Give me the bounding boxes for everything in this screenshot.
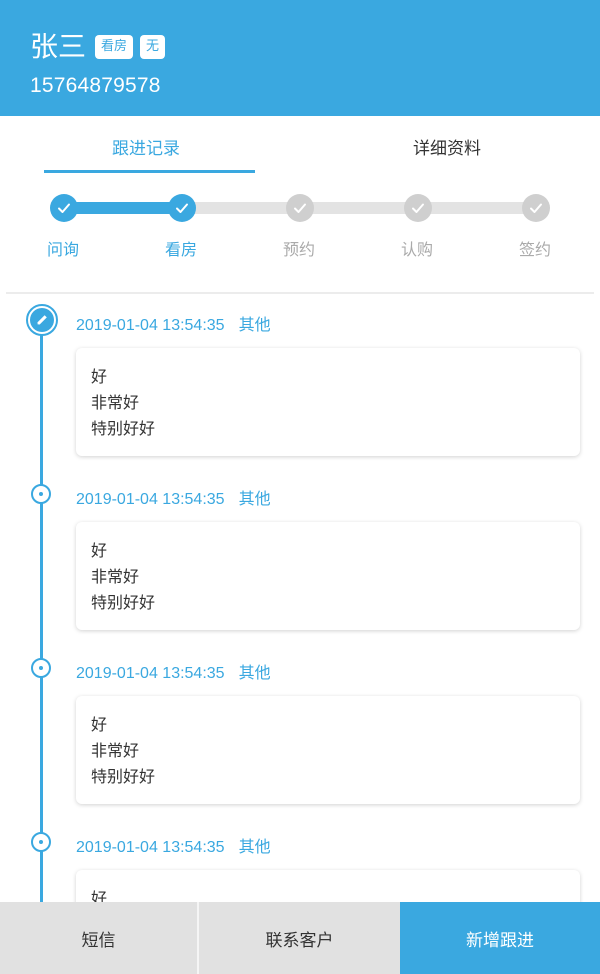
tab-bar: 跟进记录 详细资料 (0, 116, 600, 173)
step-5-label: 签约 (519, 240, 552, 259)
entry-note-line: 特别好好 (91, 767, 156, 786)
entry-datetime: 2019-01-04 13:54:35 (76, 839, 225, 856)
timeline-node-dot-icon (31, 658, 51, 678)
bottom-action-bar: 短信 联系客户 新增跟进 (0, 902, 600, 974)
entry-note-line: 好 (91, 889, 108, 902)
name-row: 张三 看房 无 (30, 30, 166, 64)
entry-note-line: 好 (91, 367, 108, 386)
step-2-label: 看房 (165, 240, 198, 259)
customer-header: 张三 看房 无 15764879578 (0, 0, 600, 116)
add-followup-button[interactable]: 新增跟进 (400, 902, 600, 974)
timeline-node-dot-icon (31, 484, 51, 504)
entry-datetime: 2019-01-04 13:54:35 (76, 491, 225, 508)
entry-type: 其他 (238, 837, 271, 856)
step-3-check-icon (286, 194, 314, 222)
customer-name: 张三 (30, 30, 87, 63)
active-tab-indicator (44, 170, 255, 173)
entry-note-line: 特别好好 (91, 419, 156, 438)
contact-customer-button[interactable]: 联系客户 (199, 902, 400, 974)
step-4-check-icon (404, 194, 432, 222)
timeline-entry-card[interactable]: 好非常好特别好好 (76, 522, 580, 630)
entry-note-line: 好 (91, 715, 108, 734)
entry-note-line: 非常好 (91, 393, 140, 412)
step-1-label: 问询 (47, 240, 80, 259)
timeline-node-dot-icon (31, 832, 51, 852)
timeline-line (40, 320, 43, 902)
timeline-entry-meta: 2019-01-04 13:54:35 其他 (76, 833, 271, 857)
timeline-entry-card[interactable]: 好非常好特别好好 (76, 870, 580, 902)
timeline-entry-meta: 2019-01-04 13:54:35 其他 (76, 311, 271, 335)
timeline-entry-meta: 2019-01-04 13:54:35 其他 (76, 659, 271, 683)
entry-type: 其他 (238, 663, 271, 682)
customer-phone: 15764879578 (30, 74, 161, 97)
sms-button[interactable]: 短信 (0, 902, 199, 974)
entry-type: 其他 (238, 489, 271, 508)
step-3-label: 预约 (283, 240, 316, 259)
entry-datetime: 2019-01-04 13:54:35 (76, 665, 225, 682)
timeline-entry-card[interactable]: 好非常好特别好好 (76, 696, 580, 804)
progress-track-completed (64, 202, 182, 214)
entry-note-line: 非常好 (91, 741, 140, 760)
followup-timeline: 2019-01-04 13:54:35 其他好非常好 特别好好 2019-01-04 … (0, 294, 600, 902)
pencil-icon (26, 304, 58, 336)
timeline-entry-card[interactable]: 好非常好特别好好 (76, 348, 580, 456)
level-tag: 无 (140, 35, 166, 59)
entry-note-line: 非常好 (91, 567, 140, 586)
entry-type: 其他 (238, 315, 271, 334)
step-2-check-icon (168, 194, 196, 222)
step-4-label: 认购 (401, 240, 434, 259)
entry-note-line: 好 (91, 541, 108, 560)
progress-steps: 问询 看房 预约 认购 签约 (0, 188, 600, 278)
entry-datetime: 2019-01-04 13:54:35 (76, 317, 225, 334)
entry-note-line: 特别好好 (91, 593, 156, 612)
step-1-check-icon (50, 194, 78, 222)
timeline-entry-meta: 2019-01-04 13:54:35 其他 (76, 485, 271, 509)
tab-followup-records[interactable]: 跟进记录 (112, 134, 180, 159)
step-5-check-icon (522, 194, 550, 222)
status-tag: 看房 (95, 35, 134, 59)
tab-details[interactable]: 详细资料 (413, 134, 481, 159)
